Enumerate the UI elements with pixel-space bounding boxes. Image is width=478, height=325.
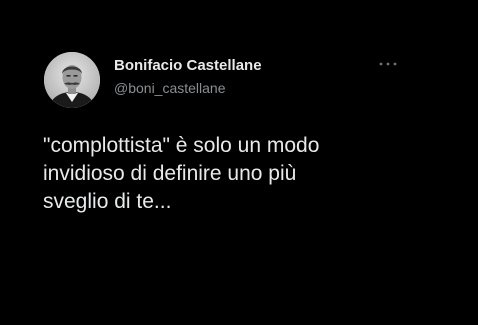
author-handle[interactable]: @boni_castellane [114, 80, 262, 97]
author-display-name[interactable]: Bonifacio Castellane [114, 57, 262, 75]
more-dots-icon [379, 62, 397, 66]
tweet-text: "complottista" è solo un modo invidioso … [43, 134, 320, 213]
tweet-author: Bonifacio Castellane @boni_castellane [114, 57, 262, 97]
avatar[interactable] [44, 52, 100, 108]
portrait-avatar-icon [44, 52, 100, 108]
more-options-button[interactable] [376, 56, 400, 72]
tweet-card: Bonifacio Castellane @boni_castellane "c… [0, 0, 478, 325]
